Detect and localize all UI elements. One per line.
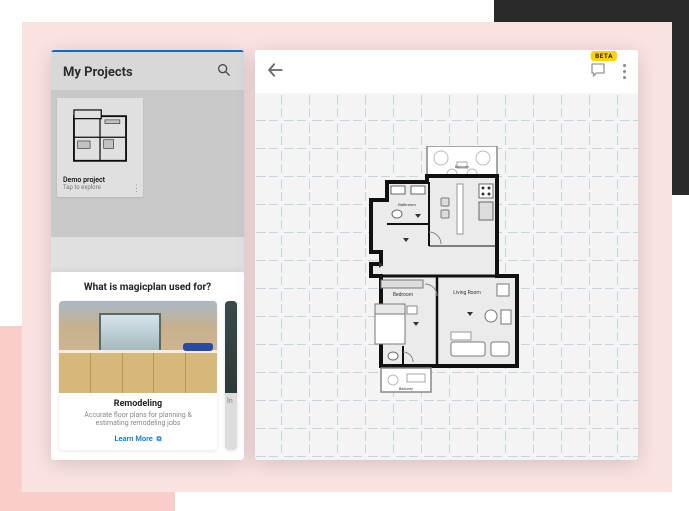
usecase-card-image: [59, 301, 217, 393]
room-label-balcony-bottom: Balcony: [398, 386, 412, 391]
floorplan-drawing[interactable]: Balcony Bathroom: [367, 146, 527, 408]
beta-badge: BETA: [591, 51, 617, 61]
usecase-card-peek[interactable]: In: [225, 301, 237, 451]
sheet-carousel[interactable]: Remodeling Accurate floor plans for plan…: [59, 301, 236, 451]
usecase-peek-label: In: [225, 393, 237, 405]
usecase-card-remodeling[interactable]: Remodeling Accurate floor plans for plan…: [59, 301, 217, 451]
floorplan-canvas[interactable]: Balcony Bathroom: [255, 94, 638, 460]
project-thumbnail: [57, 98, 143, 174]
editor-header: BETA: [255, 50, 638, 94]
project-card-more-icon[interactable]: ⋮: [132, 187, 141, 191]
usecase-card-title: Remodeling: [59, 399, 217, 409]
search-icon[interactable]: [216, 62, 232, 82]
more-menu-icon[interactable]: [621, 62, 628, 81]
project-subtitle: Tap to explore: [57, 184, 143, 191]
external-link-icon: ⧉: [155, 435, 162, 443]
usecase-card-peek-image: [225, 301, 237, 393]
page-title: My Projects: [63, 65, 133, 80]
chat-button[interactable]: BETA: [589, 61, 607, 83]
floorplan-editor-screen: BETA Balcony: [255, 50, 638, 460]
room-label-balcony-top: Balcony: [454, 164, 468, 169]
learn-more-link[interactable]: Learn More ⧉: [59, 434, 217, 444]
projects-header: My Projects: [51, 52, 244, 90]
phone-projects-screen: My Projects Demo project Tap to exp: [51, 50, 244, 460]
back-button[interactable]: [265, 60, 285, 84]
room-label-living-room: Living Room: [453, 290, 481, 296]
project-card-demo[interactable]: Demo project Tap to explore ⋮: [57, 98, 143, 197]
learn-more-label: Learn More: [114, 434, 152, 443]
project-name: Demo project: [57, 174, 143, 184]
sheet-title: What is magicplan used for?: [59, 282, 236, 293]
bottom-sheet: What is magicplan used for? Remodeling A…: [51, 272, 244, 461]
room-label-bathroom: Bathroom: [398, 202, 416, 207]
project-grid: Demo project Tap to explore ⋮: [51, 90, 244, 237]
usecase-card-description: Accurate floor plans for planning & esti…: [59, 409, 217, 429]
room-label-bedroom: Bedroom: [392, 292, 413, 298]
